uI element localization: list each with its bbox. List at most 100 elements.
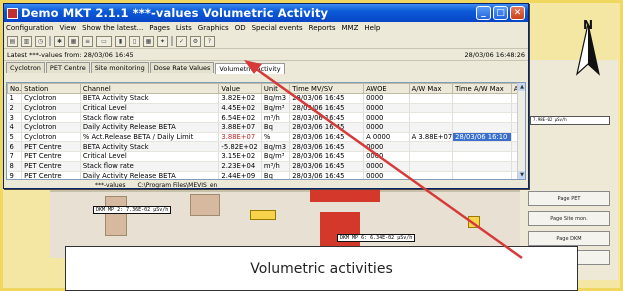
table-cell: 4	[7, 122, 23, 133]
tab-cyclotron[interactable]: Cyclotron	[6, 62, 45, 73]
side-measurement-field: 7.98E-02 µSv/h	[530, 116, 610, 125]
table-cell: Stack flow rate	[80, 161, 220, 172]
menu-show-latest[interactable]: Show the latest...	[82, 24, 143, 32]
column-header[interactable]: Station	[21, 83, 81, 94]
table-cell	[409, 141, 454, 153]
table-cell: Bq/m3	[261, 141, 291, 153]
table-header: No. Station Channel Value Unit Time MV/SV AWOE…	[7, 83, 525, 94]
menu-special-events[interactable]: Special events	[252, 24, 303, 32]
table-cell: A 0000	[363, 132, 410, 143]
column-header[interactable]: No.	[7, 83, 23, 94]
table-cell: m³/h	[261, 112, 291, 124]
menu-configuration[interactable]: Configuration	[6, 24, 53, 32]
table-row[interactable]: 1 Cyclotron BETA Activity Stack 3.82E+02 Bq/…	[7, 93, 525, 104]
table-cell: 6.54E+02	[218, 112, 262, 124]
table-row[interactable]: 8 PET Centre Stack flow rate 2.23E+04 m³/h 28…	[7, 161, 525, 172]
menu-pages[interactable]: Pages	[149, 24, 170, 32]
table-row[interactable]: 3 Cyclotron Stack flow rate 6.54E+02 m³/h 28/…	[7, 112, 525, 124]
tab-dose-rate-values[interactable]: Dose Rate Values	[149, 62, 215, 73]
menu-lists[interactable]: Lists	[176, 24, 192, 32]
table-cell	[452, 161, 512, 172]
tab-pet-centre[interactable]: PET Centre	[45, 62, 90, 73]
table-row[interactable]: 5 Cyclotron% Act.Release BETA / Daily Lim…	[7, 132, 525, 143]
open-folder-icon[interactable]: ▤	[7, 35, 18, 47]
menu-od[interactable]: OD	[235, 24, 246, 32]
toolbar: ▤ ▥ ◷ ✱ ▦ ≡ ▭ ▮ ▯ ▦ ✦ ✓ ⚙ ?	[4, 34, 528, 49]
clock-icon[interactable]: ◷	[35, 35, 46, 47]
column-header[interactable]: Unit	[260, 83, 291, 94]
event-icon[interactable]: ✦	[157, 35, 168, 47]
table-row[interactable]: 9 PET Centre Daily Activity Release BETA 2.…	[7, 171, 525, 179]
table-cell: 28/03/06 16:45	[289, 141, 365, 153]
tab-volumetric-activity[interactable]: Volumetric Activity	[215, 63, 285, 74]
table-cell: BETA Activity Stack	[80, 93, 220, 104]
scroll-up-icon[interactable]: ▲	[518, 83, 525, 91]
scroll-down-icon[interactable]: ▼	[518, 171, 525, 179]
table-cell: Daily Activity Release BETA	[80, 122, 220, 133]
table-icon[interactable]: ▦	[143, 35, 154, 47]
map-measurement-label: DKM MP 2: 7.36E-02 µSv/h	[93, 206, 172, 214]
check-icon[interactable]: ✓	[176, 35, 187, 47]
column-header[interactable]: A/W Max	[408, 83, 454, 94]
table-cell: 3	[7, 112, 23, 124]
table-row[interactable]: 6 PET Centre BETA Activity Stack -5.82E+02 B…	[7, 141, 525, 153]
table-cell	[409, 161, 454, 172]
page-site-mon-button[interactable]: Page Site mon.	[528, 211, 610, 226]
table-cell: 3.82E+02	[218, 93, 262, 104]
vertical-scrollbar[interactable]: ▲ ▼	[517, 83, 525, 179]
table-cell	[452, 171, 512, 179]
table-cell: 28/03/06 16:45	[289, 93, 365, 104]
menu-graphics[interactable]: Graphics	[198, 24, 229, 32]
table-cell: -5.82E+02	[218, 141, 262, 153]
table-row[interactable]: 7 PET Centre Critical Level 3.15E+02 Bq/m³ 28…	[7, 151, 525, 162]
grid-icon[interactable]: ▦	[68, 35, 79, 47]
table-row[interactable]: 4 Cyclotron Daily Activity Release BETA 3.8…	[7, 122, 525, 133]
table-cell: 0000	[363, 122, 410, 133]
table-cell: Cyclotron	[21, 112, 81, 124]
page-pet-button[interactable]: Page PET	[528, 191, 610, 206]
column-header[interactable]: Channel	[79, 83, 220, 94]
list-icon[interactable]: ≡	[82, 35, 93, 47]
menu-help[interactable]: Help	[364, 24, 380, 32]
table-cell: Bq/m³	[261, 103, 291, 114]
table-cell: 0000	[363, 171, 410, 179]
values-table: No. Station Channel Value Unit Time MV/SV AWOE…	[6, 82, 526, 180]
tab-site-monitoring[interactable]: Site monitoring	[90, 62, 149, 73]
menu-view[interactable]: View	[59, 24, 76, 32]
table-cell	[409, 122, 454, 133]
title-bar[interactable]: Demo MKT 2.1.1 ***-values Volumetric Act…	[4, 4, 528, 22]
column-header[interactable]: AWOE	[363, 83, 410, 94]
maximize-button[interactable]: □	[493, 6, 508, 20]
column-header[interactable]: Time MV/SV	[289, 83, 365, 94]
table-cell: 28/03/06 16:45	[289, 103, 365, 114]
menu-bar: Configuration View Show the latest... Pa…	[4, 22, 528, 34]
table-cell: PET Centre	[21, 161, 81, 172]
table-cell: 0000	[363, 93, 410, 104]
menu-mmz[interactable]: MMZ	[342, 24, 359, 32]
table-cell	[452, 151, 512, 162]
table-cell	[452, 93, 512, 104]
folder-star-icon[interactable]: ✱	[54, 35, 65, 47]
table-cell: 28/03/06 16:10	[452, 132, 512, 143]
help-icon[interactable]: ?	[204, 35, 215, 47]
map-zone-yellow	[468, 216, 480, 228]
minimize-button[interactable]: _	[476, 6, 491, 20]
table-cell: 28/03/06 16:45	[289, 132, 365, 143]
status-mode: ***-values	[95, 182, 126, 189]
column-header[interactable]: Time A/W Max	[452, 83, 512, 94]
table-cell: BETA Activity Stack	[80, 141, 220, 153]
close-button[interactable]: ✕	[510, 6, 525, 20]
column-header[interactable]: Value	[218, 83, 262, 94]
bar-chart-icon[interactable]: ▯	[129, 35, 140, 47]
settings-icon[interactable]: ⚙	[190, 35, 201, 47]
page-dkm-button[interactable]: Page DKM	[528, 231, 610, 246]
table-cell	[409, 171, 454, 179]
table-cell: Stack flow rate	[80, 112, 220, 124]
save-folder-icon[interactable]: ▥	[21, 35, 32, 47]
table-row[interactable]: 2 Cyclotron Critical Level 4.45E+02 Bq/m³ 28/…	[7, 103, 525, 114]
menu-reports[interactable]: Reports	[309, 24, 336, 32]
chart-icon[interactable]: ▮	[115, 35, 126, 47]
table-cell: 4.45E+02	[218, 103, 262, 114]
table-cell: Bq/m3	[261, 93, 291, 104]
dry-wet-icon[interactable]: ▭	[96, 35, 112, 47]
